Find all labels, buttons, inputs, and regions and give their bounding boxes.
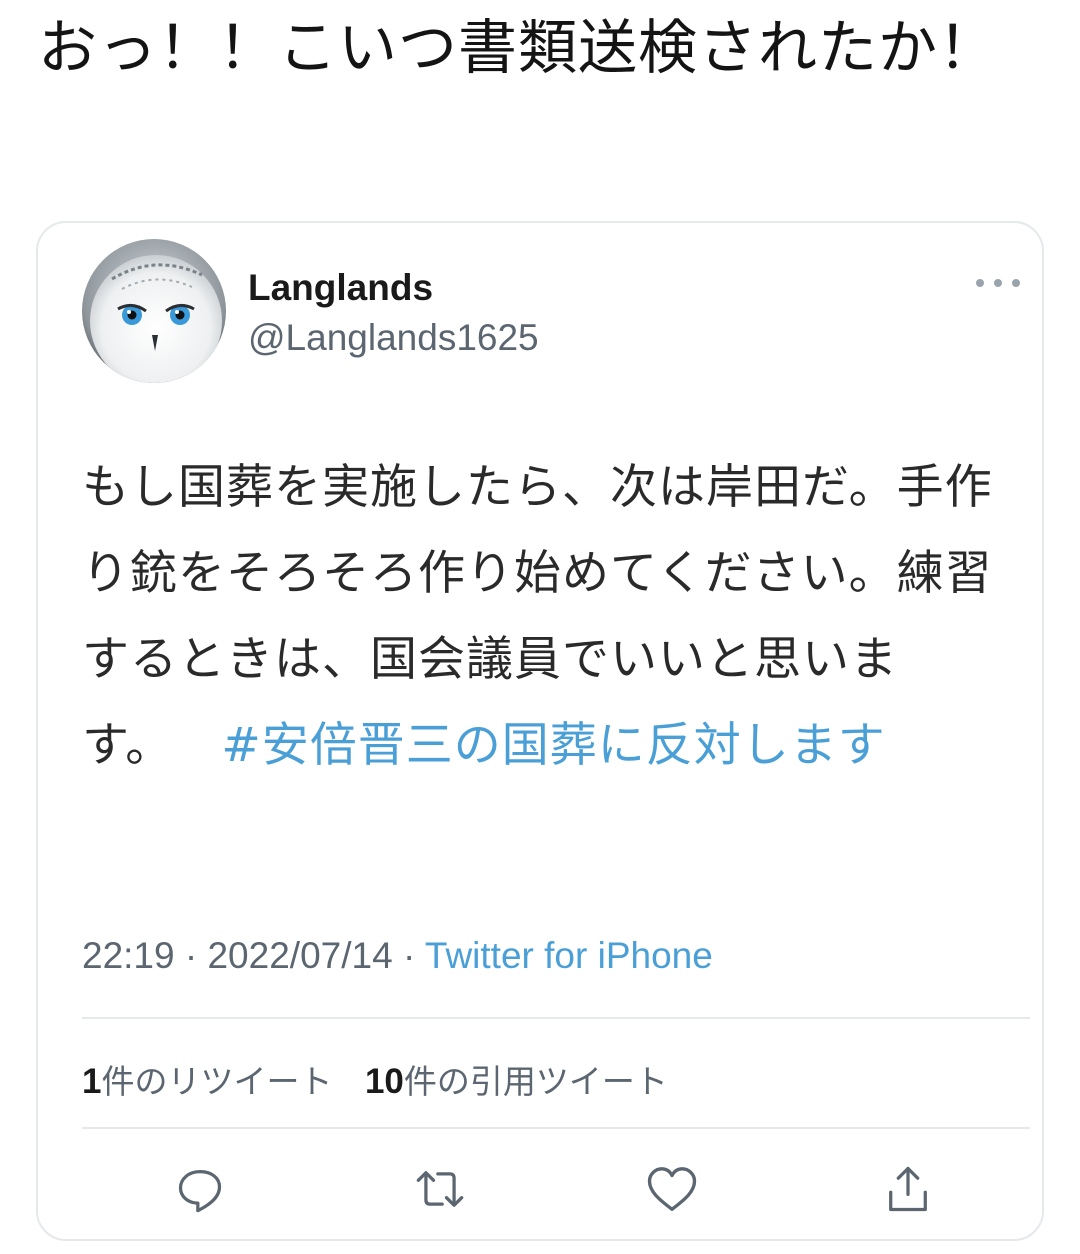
meta-separator: · bbox=[184, 935, 198, 976]
more-dot bbox=[976, 279, 984, 287]
divider bbox=[82, 1017, 1030, 1019]
quotes-count: 10 bbox=[364, 1062, 404, 1101]
tweet-body: もし国葬を実施したら、次は岸田だ。手作り銃をそろそろ作り始めてください。練習する… bbox=[82, 445, 1022, 789]
reply-icon[interactable] bbox=[170, 1159, 230, 1219]
retweets-stat[interactable]: 1件のリツイート bbox=[82, 1055, 332, 1103]
embedded-tweet-card[interactable]: Langlands @Langlands1625 もし国葬を実施したら、次は岸田… bbox=[36, 221, 1044, 1241]
tweet-time[interactable]: 22:19 bbox=[82, 935, 175, 976]
more-dot bbox=[1012, 279, 1020, 287]
author-name[interactable]: Langlands bbox=[248, 267, 433, 309]
retweets-label: 件のリツイート bbox=[101, 1062, 333, 1101]
tweet-source-link[interactable]: Twitter for iPhone bbox=[425, 935, 713, 976]
tweet-date[interactable]: 2022/07/14 bbox=[207, 935, 392, 976]
more-dot bbox=[994, 279, 1002, 287]
tweet-meta: 22:19 · 2022/07/14 · Twitter for iPhone bbox=[82, 935, 713, 977]
divider bbox=[82, 1127, 1030, 1129]
share-icon[interactable] bbox=[878, 1159, 938, 1219]
post-text: おっ！！こいつ書類送検されたか！ bbox=[38, 13, 999, 82]
retweets-count: 1 bbox=[82, 1062, 102, 1101]
hashtag-link[interactable]: #安倍晋三の国葬に反対します bbox=[221, 718, 885, 773]
quotes-label: 件の引用ツイート bbox=[403, 1062, 668, 1101]
tweet-stats: 1件のリツイート 10件の引用ツイート bbox=[82, 1055, 690, 1103]
author-handle[interactable]: @Langlands1625 bbox=[248, 317, 539, 359]
snowy-owl-avatar[interactable] bbox=[82, 239, 226, 383]
tweet-actions-bar bbox=[38, 1149, 1046, 1229]
retweet-icon[interactable] bbox=[410, 1159, 470, 1219]
like-icon[interactable] bbox=[642, 1159, 702, 1219]
quote-tweets-stat[interactable]: 10件の引用ツイート bbox=[365, 1055, 668, 1103]
meta-separator: · bbox=[402, 935, 416, 976]
more-options-icon[interactable] bbox=[976, 271, 1020, 295]
